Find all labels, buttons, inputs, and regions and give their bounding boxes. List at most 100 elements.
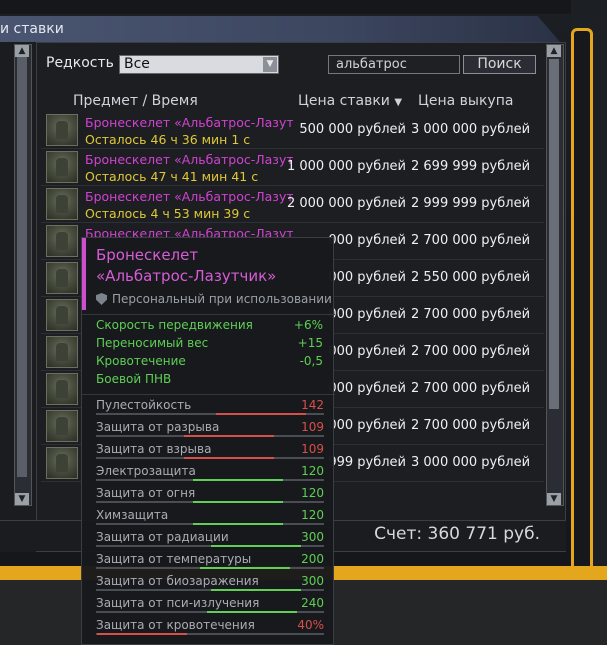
tooltip-accent [82,238,86,310]
tooltip-personal: Персональный при использовании [96,292,332,306]
scroll-down-icon[interactable]: ▼ [547,493,561,505]
sort-arrow-icon: ▼ [394,97,403,108]
protection-label: Защита от биозаражения [96,574,259,588]
protection-row: Пулестойкость 142 [96,398,324,418]
table-row[interactable]: Бронескелет «Альбатрос-Лазутч... Осталось… [41,112,544,149]
protection-row: Защита от кровотечения 40% [96,618,324,638]
bid-price: 2 000 000 рублей [286,196,406,211]
protection-label: Защита от разрыва [96,420,220,434]
protection-bar [207,611,297,613]
scroll-down-icon[interactable]: ▼ [15,493,29,505]
right-scroll-thumb[interactable] [549,59,559,409]
protection-label: Защита от огня [96,486,196,500]
chevron-down-icon[interactable]: ▼ [263,57,277,72]
stat-label: Переносимый вес [96,336,209,350]
item-thumbnail [46,188,78,220]
left-scroll-thumb[interactable] [17,57,27,477]
buyout-price: 2 700 000 рублей [411,307,531,322]
personal-text: Персональный при использовании [112,292,332,306]
protection-label: Защита от пси-излучения [96,596,260,610]
search-input[interactable]: альбатрос [328,55,460,74]
scroll-up-icon[interactable]: ▲ [547,45,561,57]
tooltip-separator [82,394,335,395]
stat-label: Кровотечение [96,354,186,368]
tooltip-title-line1: Бронескелет [96,246,199,264]
left-scrollbar[interactable]: ▲ ▼ [14,44,32,506]
table-row[interactable]: Бронескелет «Альбатрос-Лазутч... Осталось… [41,186,544,223]
item-thumbnail [46,336,78,368]
protection-label: Защита от кровотечения [96,618,255,632]
protection-row: Защита от разрыва 109 [96,420,324,440]
item-name: Бронескелет «Альбатрос-Лазутч... [85,152,293,167]
item-thumbnail [46,299,78,331]
protection-bar [211,545,301,547]
shield-icon [96,293,107,305]
protection-bar [211,589,301,591]
buyout-price: 2 699 999 рублей [411,159,531,174]
time-left: Осталось 47 ч 41 мин 41 с [85,169,259,184]
window-title-bar: и ставки [0,16,560,42]
header-item-time[interactable]: Предмет / Время [73,93,198,109]
buyout-price: 2 700 000 рублей [411,381,531,396]
protection-row: Защита от взрыва 109 [96,442,324,462]
item-thumbnail [46,151,78,183]
protection-value: 109 [301,442,324,456]
buyout-price: 2 550 000 рублей [411,270,531,285]
right-handle [571,28,593,588]
item-thumbnail [46,373,78,405]
item-name: Бронескелет «Альбатрос-Лазутч... [85,189,293,204]
protection-label: Пулестойкость [96,398,192,412]
window-title: и ставки [0,21,64,37]
protection-row: Электрозащита 120 [96,464,324,484]
protection-label: Электрозащита [96,464,196,478]
protection-row: Защита от пси-излучения 240 [96,596,324,616]
item-thumbnail [46,225,78,257]
protection-value: 120 [301,486,324,500]
buyout-price: 3 000 000 рублей [411,455,531,470]
item-thumbnail [46,262,78,294]
header-buyout-price[interactable]: Цена выкупа [418,93,513,109]
header-bid-price[interactable]: Цена ставки ▼ [298,93,402,109]
time-left: Осталось 4 ч 53 мин 39 с [85,206,251,221]
balance: Счет: 360 771 руб. [374,524,540,544]
protection-bar [97,633,187,635]
item-thumbnail [46,410,78,442]
time-left: Осталось 46 ч 36 мин 1 с [85,132,251,147]
protection-value: 109 [301,420,324,434]
stat-label: Скорость передвижения [96,318,253,332]
rarity-label: Редкость [46,55,114,71]
protection-row: Защита от температуры 200 [96,552,324,572]
stat-value: -0,5 [299,354,323,368]
protection-bar [193,479,283,481]
item-name: Бронескелет «Альбатрос-Лазутч... [85,115,293,130]
buyout-price: 2 700 000 рублей [411,344,531,359]
protection-value: 120 [301,508,324,522]
protection-bar [200,567,290,569]
protection-bar [193,501,283,503]
protection-bar [184,457,274,459]
stat-value: +15 [297,336,323,350]
buyout-price: 3 000 000 рублей [411,122,531,137]
protection-value: 200 [301,552,324,566]
tooltip-title: Бронескелет «Альбатрос-Лазутчик» [96,245,326,287]
rarity-value: Все [124,56,150,72]
item-thumbnail [46,114,78,146]
rarity-select[interactable]: Все ▼ [119,55,279,74]
protection-row: Защита от радиации 300 [96,530,324,550]
protection-label: Защита от взрыва [96,442,212,456]
scroll-up-icon[interactable]: ▲ [15,45,29,57]
protection-row: Защита от биозаражения 300 [96,574,324,594]
bid-price: 1 000 000 рублей [286,159,406,174]
tooltip-title-line2: «Альбатрос-Лазутчик» [96,267,277,285]
tooltip-separator [82,314,335,315]
stat-label: Боевой ПНВ [96,372,172,386]
table-row[interactable]: Бронескелет «Альбатрос-Лазутч... Осталось… [41,149,544,186]
top-strip [0,0,607,14]
item-thumbnail [46,447,78,479]
search-button[interactable]: Поиск [463,55,536,74]
header-bid-label: Цена ставки [298,93,390,109]
protection-row: Защита от огня 120 [96,486,324,506]
protection-value: 240 [301,596,324,610]
right-scrollbar[interactable]: ▲ ▼ [546,44,564,506]
bid-price: 500 000 рублей [299,122,406,137]
